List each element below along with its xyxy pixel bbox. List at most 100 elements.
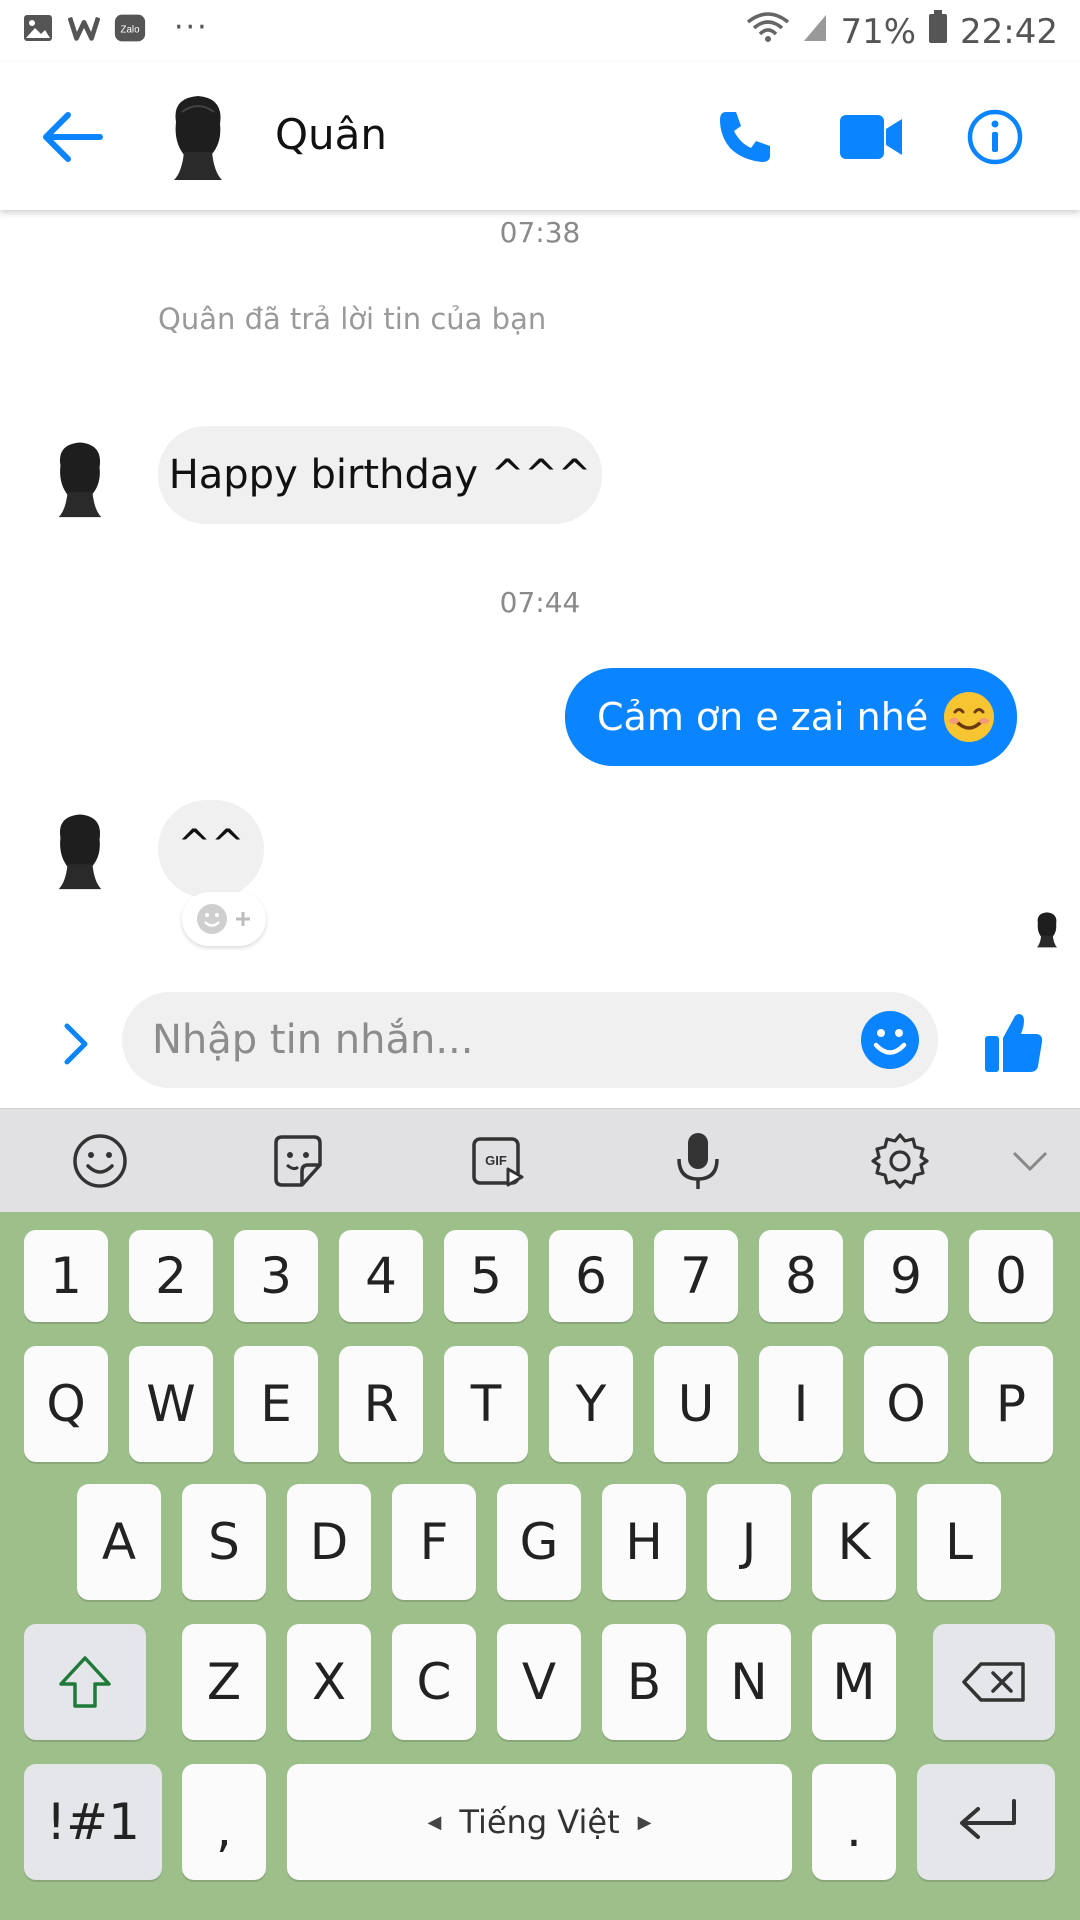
info-icon (967, 109, 1023, 165)
zalo-icon: Zalo (114, 12, 146, 44)
thumbs-up-icon (985, 1014, 1043, 1072)
key-4[interactable]: 4 (339, 1230, 423, 1322)
battery-icon (928, 10, 948, 53)
reaction-emoji-icon (197, 904, 227, 934)
signal-icon (802, 12, 828, 52)
keyboard-sticker-button[interactable] (268, 1131, 328, 1191)
expand-actions-button[interactable] (48, 1014, 104, 1074)
key-8[interactable]: 8 (759, 1230, 843, 1322)
message-list[interactable]: 07:38 Quân đã trả lời tin của bạn Happy … (0, 210, 1080, 980)
sender-avatar[interactable] (48, 438, 112, 518)
shift-key[interactable] (24, 1624, 146, 1740)
key-w[interactable]: W (129, 1346, 213, 1462)
key-period[interactable]: . (812, 1764, 896, 1880)
key-a[interactable]: A (77, 1484, 161, 1600)
voice-call-button[interactable] (710, 102, 780, 172)
message-input-container (122, 992, 938, 1088)
key-9[interactable]: 9 (864, 1230, 948, 1322)
w-app-icon (68, 12, 100, 44)
language-next-icon: ▶ (637, 1811, 652, 1833)
key-e[interactable]: E (234, 1346, 318, 1462)
keyboard-emoji-button[interactable] (70, 1131, 130, 1191)
backspace-key[interactable] (933, 1624, 1055, 1740)
plus-icon (236, 912, 250, 926)
key-g[interactable]: G (497, 1484, 581, 1600)
gif-label: GIF (485, 1153, 507, 1168)
key-1[interactable]: 1 (24, 1230, 108, 1322)
chevron-right-icon (64, 1023, 88, 1065)
outgoing-message[interactable]: Cảm ơn e zai nhé (565, 668, 1017, 766)
microphone-icon (677, 1133, 719, 1189)
keyboard-gif-button[interactable]: GIF (468, 1131, 528, 1191)
key-o[interactable]: O (864, 1346, 948, 1462)
key-d[interactable]: D (287, 1484, 371, 1600)
space-key-label: ◀ Tiếng Việt ▶ (428, 1803, 652, 1841)
contact-name[interactable]: Quân (275, 110, 387, 159)
key-q[interactable]: Q (24, 1346, 108, 1462)
incoming-message[interactable]: ^^ (158, 800, 264, 898)
reply-notice: Quân đã trả lời tin của bạn (158, 302, 547, 336)
key-j[interactable]: J (707, 1484, 791, 1600)
wifi-icon (746, 10, 790, 53)
message-input[interactable] (152, 1014, 832, 1066)
settings-icon (871, 1133, 929, 1189)
incoming-message[interactable]: Happy birthday ^^^ (158, 426, 602, 524)
key-x[interactable]: X (287, 1624, 371, 1740)
keyboard-language: Tiếng Việt (459, 1803, 620, 1841)
backspace-icon (962, 1662, 1025, 1702)
key-f[interactable]: F (392, 1484, 476, 1600)
back-arrow-icon (43, 112, 103, 162)
symbols-key[interactable]: !#1 (24, 1764, 162, 1880)
key-6[interactable]: 6 (549, 1230, 633, 1322)
conversation-info-button[interactable] (960, 102, 1030, 172)
key-p[interactable]: P (969, 1346, 1053, 1462)
clock: 22:42 (960, 11, 1058, 52)
key-0[interactable]: 0 (969, 1230, 1053, 1322)
space-key[interactable]: ◀ Tiếng Việt ▶ (287, 1764, 792, 1880)
key-7[interactable]: 7 (654, 1230, 738, 1322)
key-i[interactable]: I (759, 1346, 843, 1462)
message-timestamp: 07:38 (499, 216, 581, 249)
key-t[interactable]: T (444, 1346, 528, 1462)
key-l[interactable]: L (917, 1484, 1001, 1600)
key-comma[interactable]: , (182, 1764, 266, 1880)
seen-indicator-avatar (1032, 910, 1062, 948)
add-reaction-button[interactable] (182, 892, 266, 946)
key-5[interactable]: 5 (444, 1230, 528, 1322)
key-s[interactable]: S (182, 1484, 266, 1600)
key-3[interactable]: 3 (234, 1230, 318, 1322)
key-u[interactable]: U (654, 1346, 738, 1462)
video-icon (840, 115, 902, 159)
message-timestamp: 07:44 (499, 586, 581, 619)
key-v[interactable]: V (497, 1624, 581, 1740)
status-right: 71% 22:42 (746, 10, 1058, 53)
sticker-icon (274, 1135, 322, 1187)
enter-key[interactable] (917, 1764, 1055, 1880)
emoji-button[interactable] (858, 1008, 922, 1072)
keyboard-toolbar: GIF (0, 1108, 1080, 1212)
avatar[interactable] (162, 92, 234, 180)
like-button[interactable] (978, 1002, 1050, 1082)
key-r[interactable]: R (339, 1346, 423, 1462)
keyboard-voice-button[interactable] (668, 1131, 728, 1191)
phone-icon (720, 112, 770, 162)
keyboard-settings-button[interactable] (870, 1131, 930, 1191)
more-notifications-icon: ··· (174, 10, 209, 45)
key-2[interactable]: 2 (129, 1230, 213, 1322)
sender-avatar[interactable] (48, 810, 112, 890)
key-z[interactable]: Z (182, 1624, 266, 1740)
key-b[interactable]: B (602, 1624, 686, 1740)
outgoing-message-text: Cảm ơn e zai nhé (597, 695, 929, 739)
gif-icon: GIF (472, 1137, 524, 1187)
key-y[interactable]: Y (549, 1346, 633, 1462)
key-h[interactable]: H (602, 1484, 686, 1600)
key-m[interactable]: M (812, 1624, 896, 1740)
key-n[interactable]: N (707, 1624, 791, 1740)
key-c[interactable]: C (392, 1624, 476, 1740)
smiling-face-icon (942, 690, 996, 744)
status-left: Zalo ··· (22, 12, 209, 44)
back-button[interactable] (38, 102, 108, 172)
video-call-button[interactable] (836, 102, 906, 172)
key-k[interactable]: K (812, 1484, 896, 1600)
keyboard-collapse-button[interactable] (1000, 1131, 1060, 1191)
